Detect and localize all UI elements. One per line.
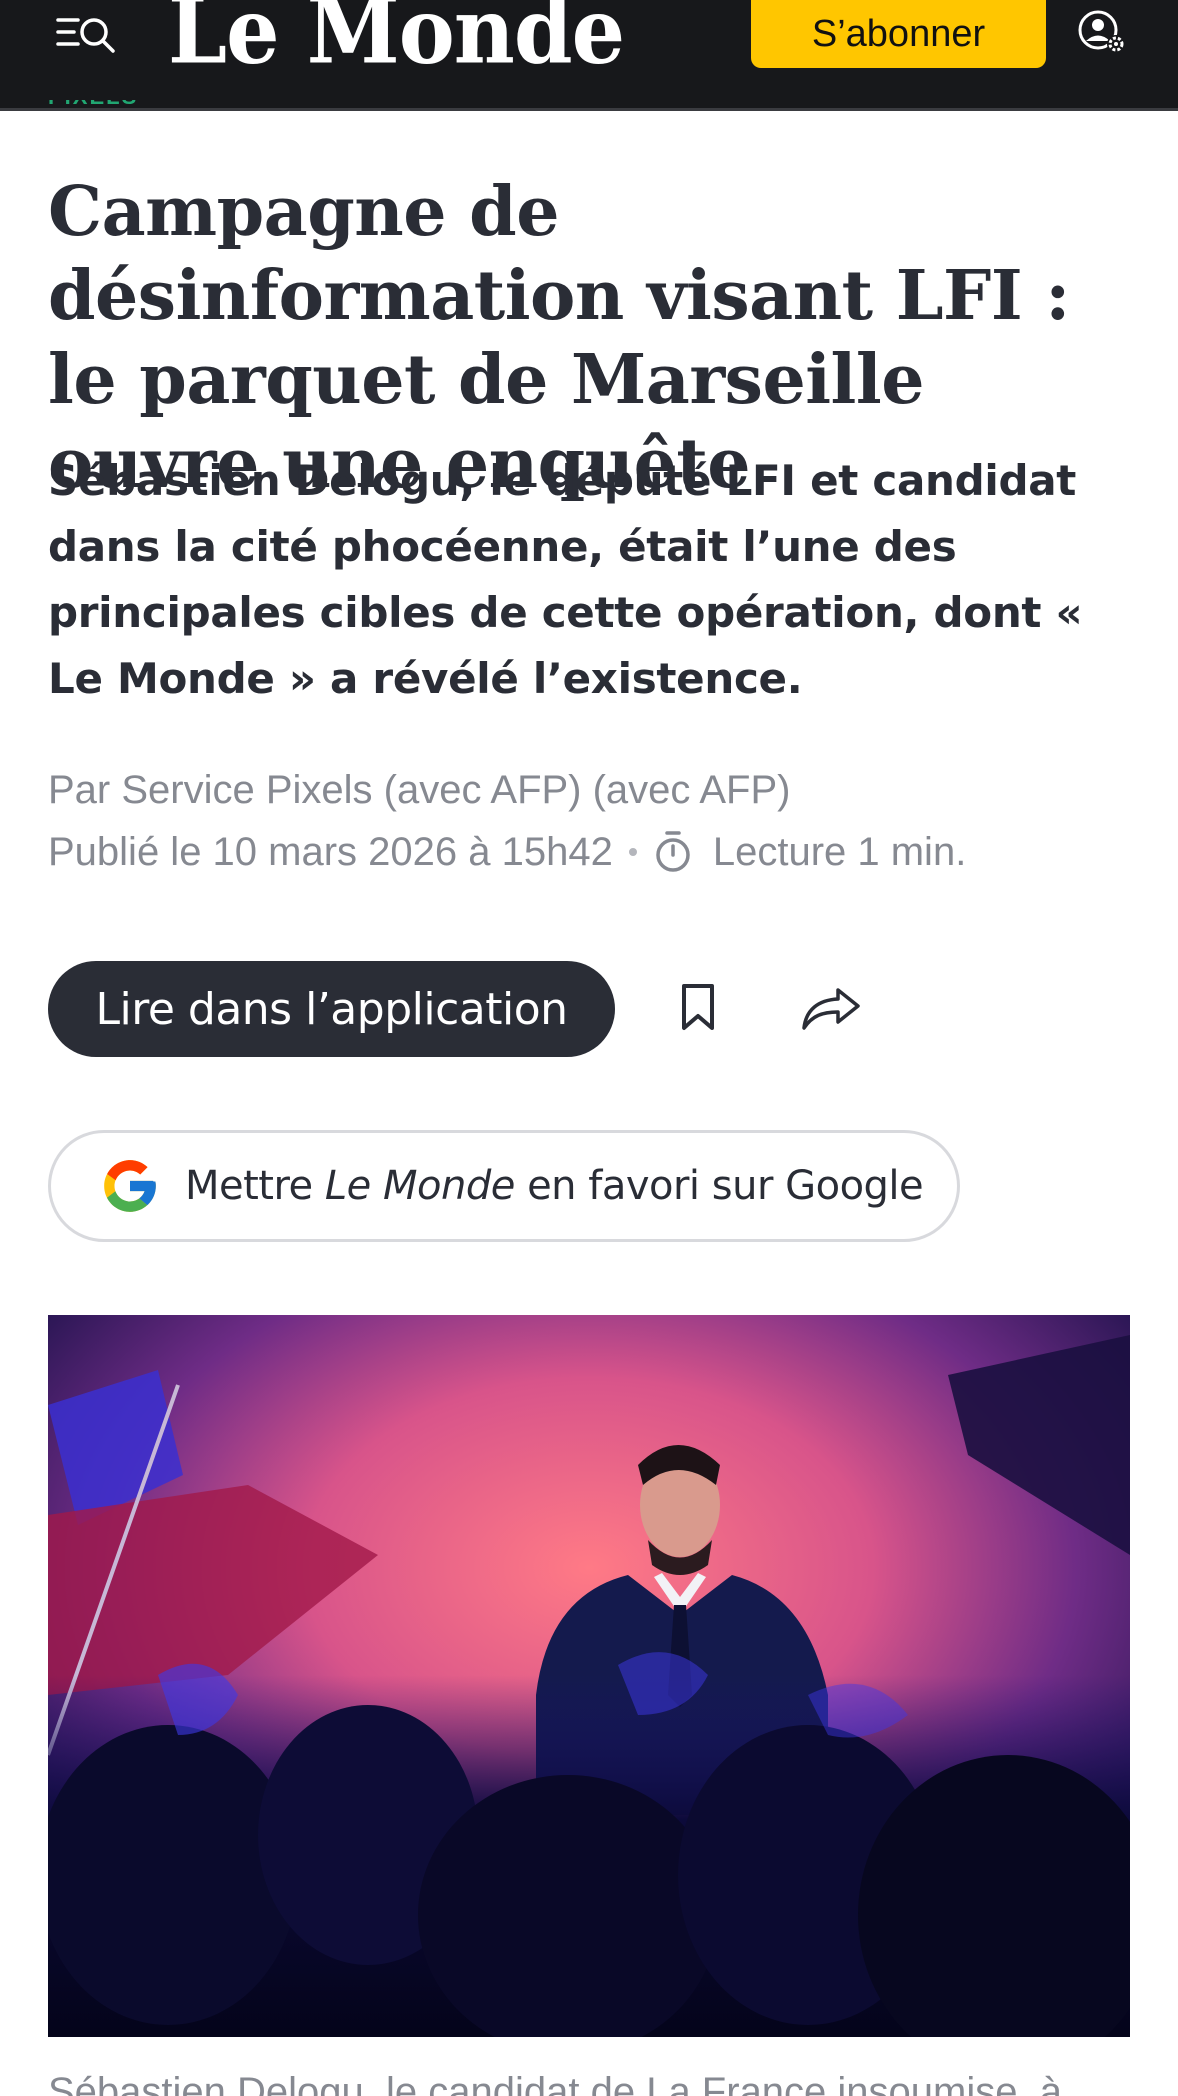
share-icon (802, 988, 860, 1030)
google-favorite-label: Mettre Le Monde en favori sur Google (185, 1163, 924, 1209)
google-logo-icon (104, 1160, 156, 1212)
menu-search-button[interactable] (56, 8, 122, 60)
article-photo[interactable] (48, 1315, 1130, 2037)
share-button[interactable] (800, 984, 864, 1032)
le-monde-logo[interactable]: Le Monde (168, 0, 625, 77)
account-settings-icon (1078, 10, 1125, 53)
stopwatch-icon (656, 831, 690, 872)
read-in-app-button[interactable]: Lire dans l’application (48, 961, 615, 1057)
bookmark-icon (682, 984, 714, 1030)
section-rubric-label: PIXELS (48, 100, 138, 110)
account-button[interactable] (1078, 10, 1130, 56)
bookmark-button[interactable] (676, 982, 720, 1034)
section-rubric[interactable]: PIXELS (48, 100, 138, 114)
publication-date: Publié le 10 mars 2026 à 15h42 (48, 829, 613, 874)
separator-dot (628, 848, 637, 856)
menu-search-icon (56, 18, 115, 53)
photo-illustration (48, 1315, 1130, 2037)
subscribe-button[interactable]: S’abonner (751, 0, 1046, 68)
photo-caption: Sébastien Delogu, le candidat de La Fran… (48, 2064, 1148, 2096)
publication-info: Publié le 10 mars 2026 à 15h42 Lecture 1… (48, 824, 966, 880)
top-bar: Le Monde S’abonner (0, 0, 1178, 111)
google-favorite-prefix: Mettre (185, 1163, 313, 1209)
byline: Par Service Pixels (avec AFP) (avec AFP) (48, 768, 791, 812)
add-google-favorite-button[interactable]: Mettre Le Monde en favori sur Google (48, 1130, 960, 1242)
google-favorite-suffix: en favori sur Google (527, 1163, 924, 1209)
photo-caption-text: Sébastien Delogu, le candidat de La Fran… (48, 2070, 1062, 2096)
article-subtitle: Sébastien Delogu, le député LFI et candi… (48, 456, 1083, 703)
google-favorite-brand: Le Monde (324, 1163, 515, 1209)
reading-time: Lecture 1 min. (712, 829, 967, 874)
